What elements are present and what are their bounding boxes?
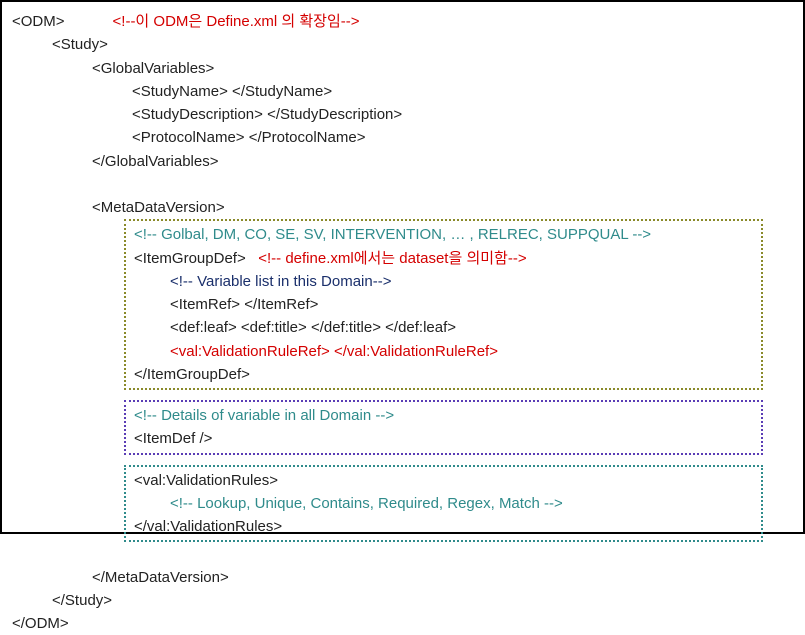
tag-metadataversion-close: </MetaDataVersion>: [12, 566, 793, 589]
tag-odm-close: </ODM>: [12, 612, 793, 635]
tag-study-close: </Study>: [12, 589, 793, 612]
tag-studydescription: <StudyDescription> </StudyDescription>: [12, 103, 793, 126]
tag-odm-open: <ODM>: [12, 13, 65, 30]
tag-def-leaf: <def:leaf> <def:title> </def:title> </de…: [134, 316, 753, 339]
xml-code-frame: <ODM> <!--이 ODM은 Define.xml 의 확장임--> <Stu…: [0, 0, 805, 534]
comment-variable-details: <!-- Details of variable in all Domain -…: [134, 404, 753, 427]
tag-itemgroupdef-open: <ItemGroupDef>: [134, 250, 246, 267]
comment-rule-types: <!-- Lookup, Unique, Contains, Required,…: [134, 492, 753, 515]
tag-globalvariables-open: <GlobalVariables>: [12, 57, 793, 80]
comment-domains: <!-- Golbal, DM, CO, SE, SV, INTERVENTIO…: [134, 223, 753, 246]
line-itemgroupdef-open: <ItemGroupDef> <!-- define.xml에서는 datase…: [134, 247, 753, 270]
comment-variable-list: <!-- Variable list in this Domain-->: [134, 270, 753, 293]
tag-itemgroupdef-close: </ItemGroupDef>: [134, 363, 753, 386]
tag-protocolname: <ProtocolName> </ProtocolName>: [12, 126, 793, 149]
tag-studyname: <StudyName> </StudyName>: [12, 80, 793, 103]
tag-study-open: <Study>: [12, 33, 793, 56]
tag-validationrules-close: </val:ValidationRules>: [134, 515, 753, 538]
tag-itemdef: <ItemDef />: [134, 427, 753, 450]
box-validationrules: <val:ValidationRules> <!-- Lookup, Uniqu…: [124, 465, 763, 543]
tag-validationrules-open: <val:ValidationRules>: [134, 469, 753, 492]
box-itemgroupdef: <!-- Golbal, DM, CO, SE, SV, INTERVENTIO…: [124, 219, 763, 390]
tag-validationruleref: <val:ValidationRuleRef> </val:Validation…: [134, 340, 753, 363]
comment-dataset-meaning: <!-- define.xml에서는 dataset을 의미함-->: [258, 250, 526, 267]
tag-itemref: <ItemRef> </ItemRef>: [134, 293, 753, 316]
box-itemdef: <!-- Details of variable in all Domain -…: [124, 400, 763, 455]
line-odm-open: <ODM> <!--이 ODM은 Define.xml 의 확장임-->: [12, 10, 793, 33]
tag-globalvariables-close: </GlobalVariables>: [12, 150, 793, 173]
comment-odm-extension: <!--이 ODM은 Define.xml 의 확장임-->: [113, 13, 360, 30]
tag-metadataversion-open: <MetaDataVersion>: [12, 196, 793, 219]
